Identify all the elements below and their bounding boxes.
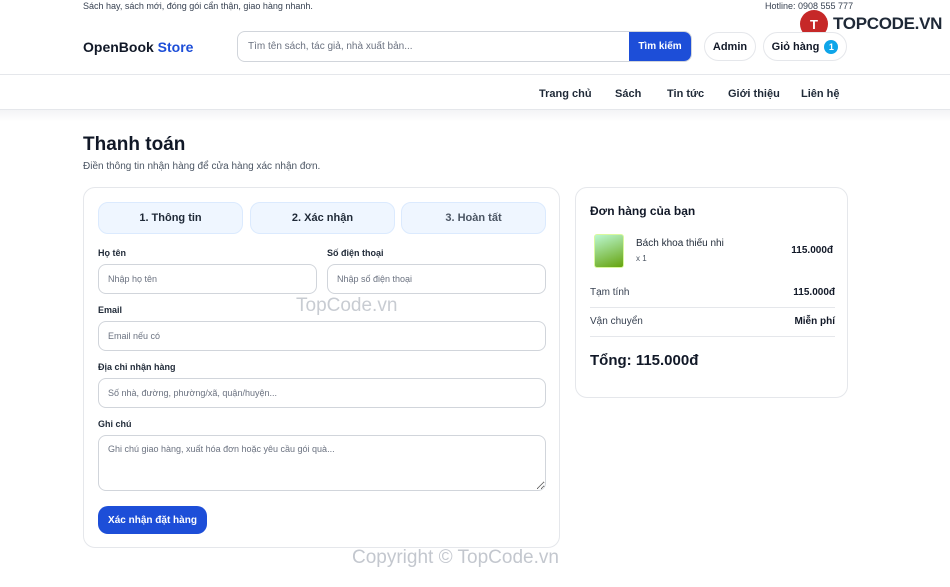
cart-button[interactable]: Giỏ hàng 1 — [763, 32, 847, 61]
name-field[interactable] — [98, 264, 317, 294]
nav-books[interactable]: Sách — [615, 88, 641, 100]
item-quantity: x 1 — [636, 254, 647, 263]
phone-field[interactable] — [327, 264, 546, 294]
subtotal-label: Tạm tính — [590, 287, 630, 298]
item-name: Bách khoa thiếu nhi — [636, 238, 724, 249]
submit-order-button[interactable]: Xác nhận đặt hàng — [98, 506, 207, 534]
book-thumbnail — [594, 234, 624, 268]
search-box: Tìm kiếm — [237, 31, 692, 62]
shipping-value: Miễn phí — [794, 316, 835, 327]
tagline: Sách hay, sách mới, đóng gói cẩn thận, g… — [83, 1, 313, 11]
search-input[interactable] — [238, 32, 630, 61]
address-field[interactable] — [98, 378, 546, 408]
order-total: Tổng: 115.000đ — [590, 352, 699, 369]
page-subtitle: Điền thông tin nhận hàng để cửa hàng xác… — [83, 161, 321, 172]
note-field[interactable] — [98, 435, 546, 491]
step-info[interactable]: 1. Thông tin — [98, 202, 243, 234]
step-done[interactable]: 3. Hoàn tất — [401, 202, 546, 234]
summary-title: Đơn hàng của bạn — [590, 204, 696, 218]
cart-count-badge: 1 — [824, 39, 839, 54]
shipping-row: Vận chuyển Miễn phí — [590, 309, 835, 337]
shipping-label: Vận chuyển — [590, 316, 643, 327]
step-confirm[interactable]: 2. Xác nhận — [250, 202, 395, 234]
site-header: OpenBook Store Tìm kiếm Admin Giỏ hàng 1 — [0, 18, 950, 75]
brand-main: OpenBook — [83, 39, 154, 55]
site-logo[interactable]: OpenBook Store — [83, 39, 193, 55]
nav-news[interactable]: Tin tức — [667, 88, 704, 100]
page-title: Thanh toán — [83, 134, 186, 155]
item-price: 115.000đ — [791, 245, 833, 256]
header-shadow — [0, 110, 950, 122]
name-label: Họ tên — [98, 248, 126, 258]
nav-home[interactable]: Trang chủ — [539, 88, 592, 100]
search-button[interactable]: Tìm kiếm — [629, 32, 691, 61]
address-label: Địa chỉ nhận hàng — [98, 362, 176, 372]
admin-button[interactable]: Admin — [704, 32, 756, 61]
cart-label: Giỏ hàng — [771, 40, 820, 53]
subtotal-value: 115.000đ — [793, 287, 835, 298]
note-label: Ghi chú — [98, 419, 132, 429]
email-field[interactable] — [98, 321, 546, 351]
subtotal-row: Tạm tính 115.000đ — [590, 280, 835, 308]
checkout-form-card: 1. Thông tin 2. Xác nhận 3. Hoàn tất Họ … — [83, 187, 560, 548]
nav-contact[interactable]: Liên hệ — [801, 88, 840, 100]
main-nav: Trang chủ Sách Tin tức Giới thiệu Liên h… — [0, 76, 950, 110]
nav-about[interactable]: Giới thiệu — [728, 88, 780, 100]
order-summary-card: Đơn hàng của bạn Bách khoa thiếu nhi x 1… — [575, 187, 848, 398]
email-label: Email — [98, 305, 123, 315]
watermark-center: TopCode.vn — [296, 295, 398, 316]
phone-label: Số điện thoại — [327, 248, 384, 258]
watermark-footer: Copyright © TopCode.vn — [352, 547, 559, 568]
brand-accent: Store — [157, 39, 194, 55]
